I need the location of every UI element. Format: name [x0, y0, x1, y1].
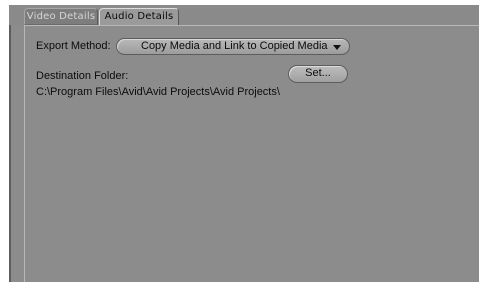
tab-video-details[interactable]: Video Details [24, 8, 98, 25]
export-method-label: Export Method: [36, 40, 111, 52]
tab-audio-details[interactable]: Audio Details [99, 8, 179, 26]
chevron-down-icon [333, 45, 341, 50]
window-left-border [9, 5, 11, 282]
destination-folder-label: Destination Folder: [36, 70, 129, 82]
export-method-dropdown[interactable]: Copy Media and Link to Copied Media [116, 38, 350, 55]
export-method-selected-value: Copy Media and Link to Copied Media [141, 40, 328, 52]
tab-bar: Video Details Audio Details [9, 5, 479, 26]
export-settings-window: Video Details Audio Details Export Metho… [9, 5, 479, 282]
destination-folder-path: C:\Program Files\Avid\Avid Projects\Avid… [36, 86, 280, 98]
set-destination-button[interactable]: Set... [288, 65, 348, 83]
audio-details-panel: Export Method: Copy Media and Link to Co… [24, 25, 479, 282]
